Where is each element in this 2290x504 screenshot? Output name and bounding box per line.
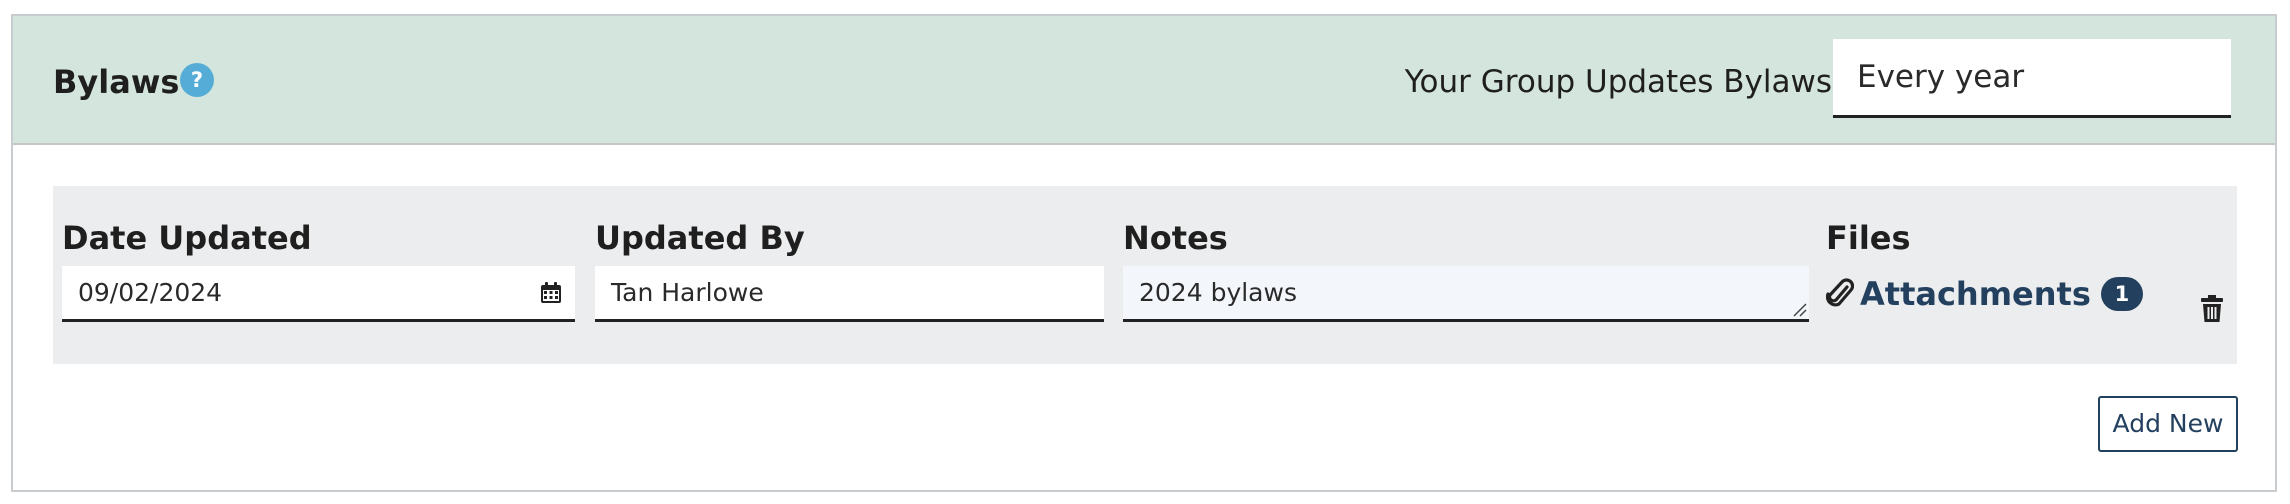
- calendar-icon[interactable]: [539, 281, 563, 305]
- resize-handle-icon[interactable]: [1791, 301, 1807, 317]
- notes-textarea[interactable]: 2024 bylaws: [1123, 266, 1809, 322]
- notes-value: 2024 bylaws: [1139, 278, 1297, 307]
- bylaws-panel: Bylaws ? Your Group Updates Bylaws Every…: [11, 14, 2277, 492]
- paperclip-icon: [1826, 278, 1854, 307]
- column-header-files: Files: [1826, 219, 1911, 257]
- bylaws-table: Date Updated Updated By Notes Files 09/0…: [53, 186, 2237, 364]
- panel-header: Bylaws ? Your Group Updates Bylaws Every…: [13, 16, 2275, 145]
- date-updated-field[interactable]: 09/02/2024: [62, 266, 575, 322]
- column-header-date-updated: Date Updated: [62, 219, 312, 257]
- section-title: Bylaws: [53, 63, 180, 101]
- help-icon[interactable]: ?: [180, 63, 214, 97]
- column-header-updated-by: Updated By: [595, 219, 805, 257]
- column-header-notes: Notes: [1123, 219, 1228, 257]
- update-frequency-select[interactable]: Every year: [1833, 39, 2231, 118]
- attachments-link[interactable]: Attachments 1: [1826, 270, 2143, 318]
- add-new-button[interactable]: Add New: [2098, 396, 2238, 452]
- update-frequency-label: Your Group Updates Bylaws: [1404, 64, 1832, 100]
- attachment-count-badge: 1: [2100, 277, 2143, 311]
- updated-by-field[interactable]: Tan Harlowe: [595, 266, 1104, 322]
- attachments-label: Attachments: [1860, 275, 2091, 313]
- trash-icon[interactable]: [2201, 295, 2223, 322]
- date-updated-value: 09/02/2024: [78, 278, 223, 307]
